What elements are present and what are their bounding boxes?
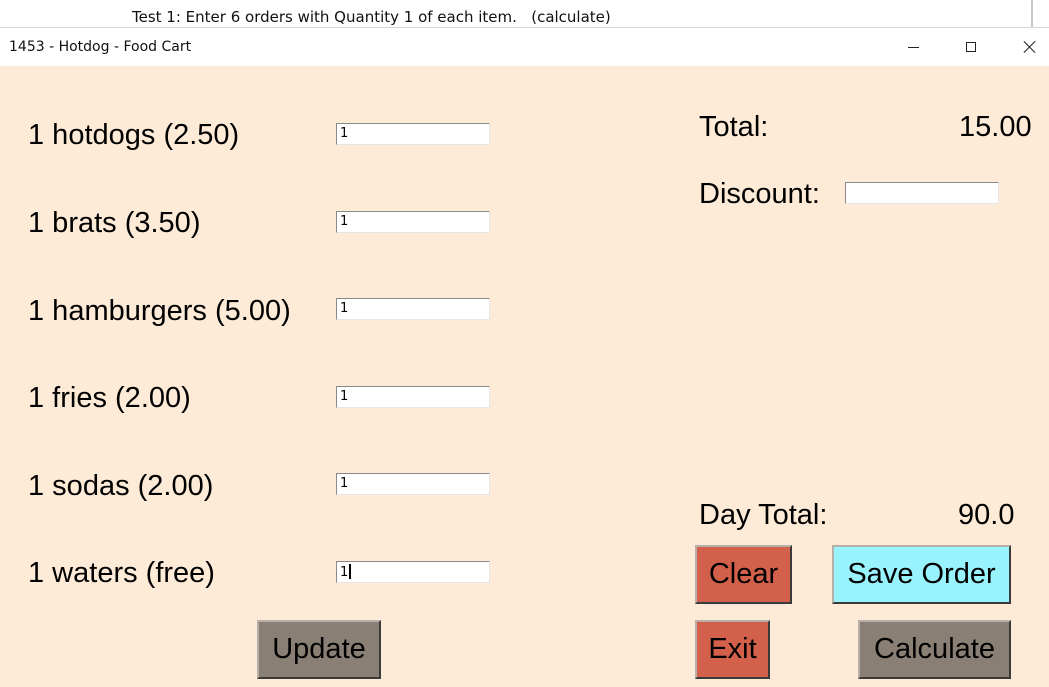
- minimize-button[interactable]: [890, 28, 936, 66]
- discount-label: Discount:: [699, 178, 820, 210]
- day-total-label: Day Total:: [699, 499, 828, 531]
- item-label-sodas: 1 sodas (2.00): [28, 470, 214, 502]
- background-document: Test 1: Enter 6 orders with Quantity 1 o…: [0, 0, 1049, 28]
- quantity-input-hamburgers[interactable]: 1: [336, 298, 490, 320]
- day-total-value: 90.0: [958, 499, 1015, 531]
- item-label-waters: 1 waters (free): [28, 557, 215, 589]
- update-button-label: Update: [272, 633, 366, 665]
- quantity-input-brats[interactable]: 1: [336, 211, 490, 233]
- quantity-value-sodas: 1: [340, 476, 349, 491]
- quantity-value-hamburgers: 1: [340, 301, 349, 316]
- title-bar[interactable]: 1453 - Hotdog - Food Cart: [0, 28, 1049, 66]
- calculate-button[interactable]: Calculate: [858, 620, 1011, 679]
- window-title: 1453 - Hotdog - Food Cart: [9, 39, 192, 55]
- clear-button[interactable]: Clear: [695, 545, 792, 604]
- calculate-button-label: Calculate: [874, 633, 995, 665]
- background-document-text: Test 1: Enter 6 orders with Quantity 1 o…: [132, 8, 611, 26]
- item-label-hotdogs: 1 hotdogs (2.50): [28, 119, 240, 151]
- maximize-button[interactable]: [948, 28, 994, 66]
- discount-input[interactable]: [845, 182, 999, 204]
- clear-button-label: Clear: [708, 558, 779, 590]
- save-order-button[interactable]: Save Order: [832, 545, 1011, 604]
- minimize-icon: [907, 46, 919, 48]
- close-icon: [1023, 40, 1037, 54]
- quantity-input-sodas[interactable]: 1: [336, 473, 490, 495]
- maximize-icon: [966, 42, 976, 52]
- item-label-fries: 1 fries (2.00): [28, 382, 191, 414]
- exit-button[interactable]: Exit: [695, 620, 770, 679]
- exit-button-label: Exit: [708, 633, 757, 665]
- quantity-value-brats: 1: [340, 214, 349, 229]
- quantity-input-fries[interactable]: 1: [336, 386, 490, 408]
- total-label: Total:: [699, 111, 769, 143]
- quantity-value-hotdogs: 1: [340, 126, 349, 141]
- quantity-value-fries: 1: [340, 389, 349, 404]
- close-button[interactable]: [1007, 28, 1049, 66]
- document-edge: [1031, 0, 1033, 28]
- update-button[interactable]: Update: [257, 620, 381, 679]
- total-value: 15.00: [959, 111, 1032, 143]
- quantity-input-hotdogs[interactable]: 1: [336, 123, 490, 145]
- item-label-brats: 1 brats (3.50): [28, 207, 201, 239]
- item-label-hamburgers: 1 hamburgers (5.00): [28, 295, 291, 327]
- save-order-button-label: Save Order: [847, 558, 996, 590]
- quantity-input-waters[interactable]: 1: [336, 561, 490, 583]
- quantity-value-waters: 1: [340, 565, 349, 580]
- text-cursor: [349, 564, 352, 579]
